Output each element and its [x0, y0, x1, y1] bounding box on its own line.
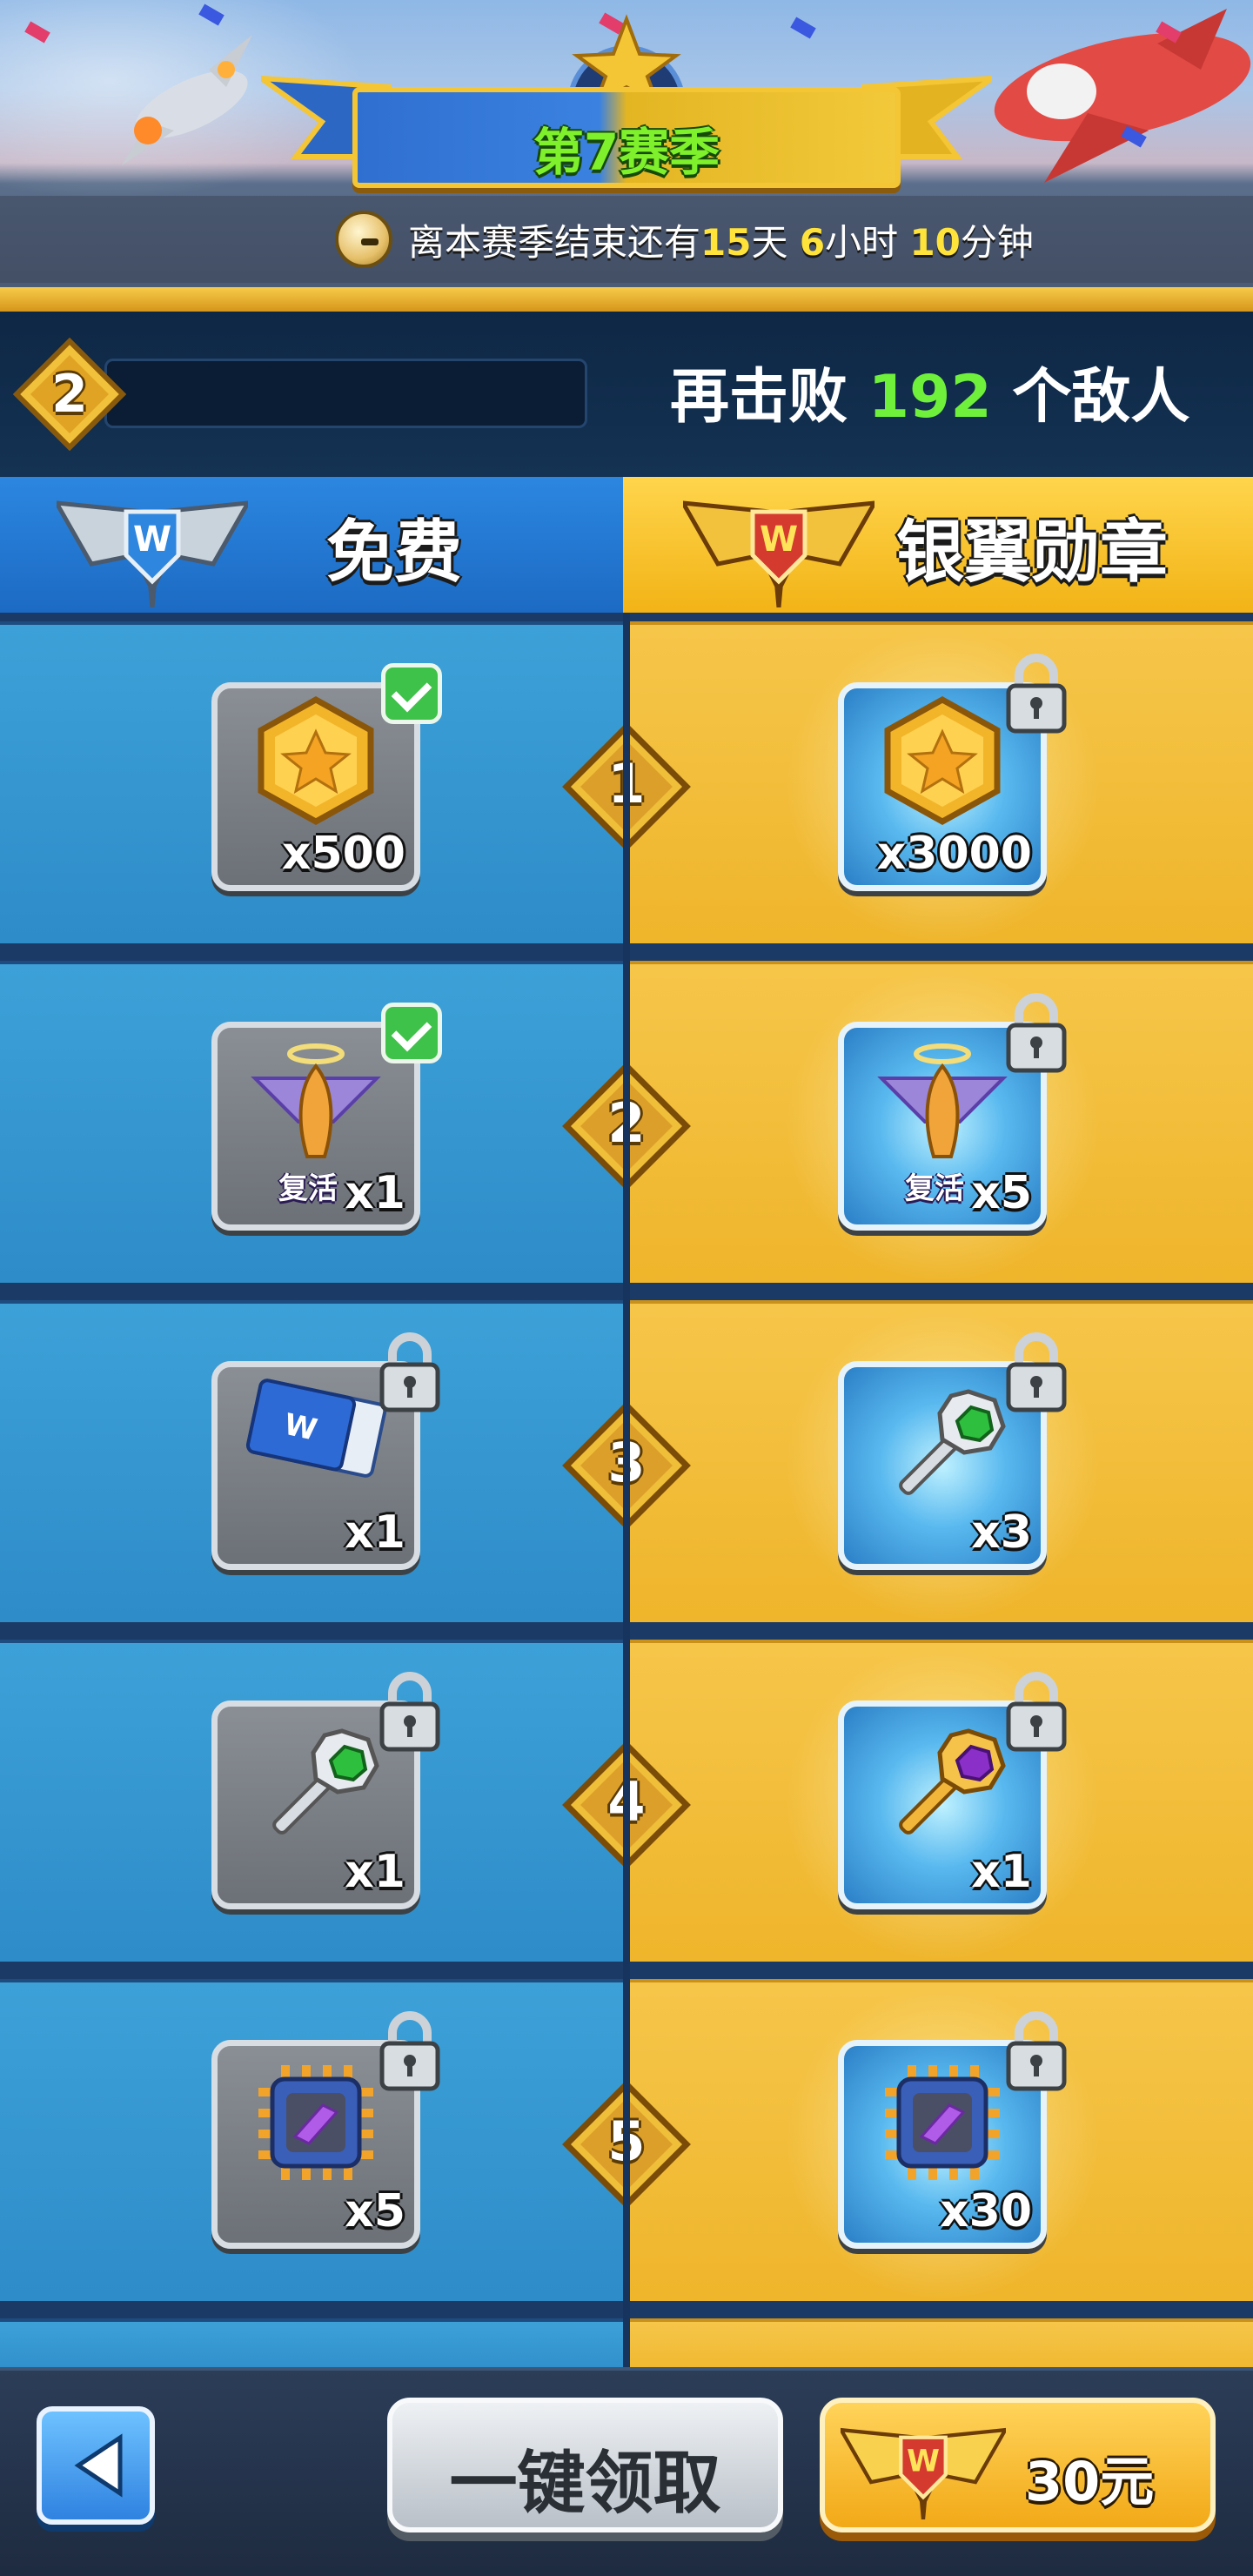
season-banner: 第7赛季 [261, 9, 992, 200]
gold-divider [0, 287, 1253, 312]
enemies-count: 192 [868, 363, 992, 432]
lock-icon [375, 1667, 445, 1754]
svg-text:W: W [760, 520, 798, 560]
battle-pass-screen: 第7赛季 离本赛季结束还有15天 6小时 10分钟 2 再击败 192 个敌人 … [0, 0, 1253, 2576]
reward-quantity: x1 [971, 1846, 1032, 1898]
buy-pass-price: 30元 [1025, 2450, 1155, 2513]
reward-quantity: x500 [281, 828, 405, 880]
timer-hours: 6 [799, 220, 826, 264]
timer-days: 15 [700, 220, 752, 264]
gold-wing-badge-icon: W [841, 2427, 1006, 2519]
season-timer-text: 离本赛季结束还有15天 6小时 10分钟 [408, 213, 1034, 266]
season-timer: 离本赛季结束还有15天 6小时 10分钟 [335, 209, 1034, 270]
clock-icon [335, 211, 392, 268]
current-level: 2 [51, 364, 88, 425]
timer-minutes-unit: 分钟 [960, 220, 1034, 264]
reward-quantity: x3 [971, 1506, 1032, 1559]
claimed-check-icon [381, 1003, 442, 1063]
lock-icon [1002, 1667, 1071, 1754]
claimed-check-icon [381, 663, 442, 724]
reward-quantity: x1 [345, 1506, 405, 1559]
enemies-suffix: 个敌人 [1012, 363, 1190, 432]
lock-icon [1002, 1328, 1071, 1415]
reward-quantity: x1 [345, 1846, 405, 1898]
fighter-plane-left-icon [122, 35, 252, 165]
reward-quantity: x5 [971, 1167, 1032, 1219]
gold-wing-badge-icon: W [683, 500, 874, 607]
progress-track [104, 359, 587, 428]
tier-divider [623, 613, 630, 2379]
claim-all-button[interactable]: 一键领取 [387, 2398, 783, 2532]
buy-pass-button[interactable]: W 30元 [820, 2398, 1216, 2532]
timer-hours-unit: 小时 [825, 220, 899, 264]
timer-minutes: 10 [909, 220, 961, 264]
lock-icon [375, 2007, 445, 2094]
lock-icon [1002, 989, 1071, 1076]
claim-all-label: 一键领取 [449, 2445, 721, 2523]
reward-quantity: x5 [345, 2185, 405, 2237]
reward-quantity: x1 [345, 1167, 405, 1219]
tier-free-label: 免费 [326, 513, 463, 592]
season-title: 第7赛季 [533, 123, 720, 182]
lock-icon [1002, 2007, 1071, 2094]
lock-icon [1002, 649, 1071, 736]
silver-wing-badge-icon: W [57, 500, 248, 607]
enemies-remaining: 再击败 192 个敌人 [670, 348, 1189, 434]
reward-quantity: x30 [940, 2185, 1032, 2237]
timer-days-unit: 天 [751, 220, 788, 264]
svg-text:W: W [133, 520, 171, 560]
back-button[interactable] [37, 2406, 155, 2525]
item-caption: 复活 [905, 1171, 964, 1206]
back-arrow-icon [74, 2433, 123, 2498]
lock-icon [375, 1328, 445, 1415]
reward-quantity: x3000 [876, 828, 1032, 880]
tier-paid-label: 银翼勋章 [896, 513, 1169, 592]
timer-prefix: 离本赛季结束还有 [408, 220, 701, 264]
svg-text:W: W [907, 2444, 940, 2479]
item-caption: 复活 [278, 1171, 338, 1206]
enemies-prefix: 再击败 [670, 363, 848, 432]
season-hero-banner: 第7赛季 离本赛季结束还有15天 6小时 10分钟 [0, 0, 1253, 296]
